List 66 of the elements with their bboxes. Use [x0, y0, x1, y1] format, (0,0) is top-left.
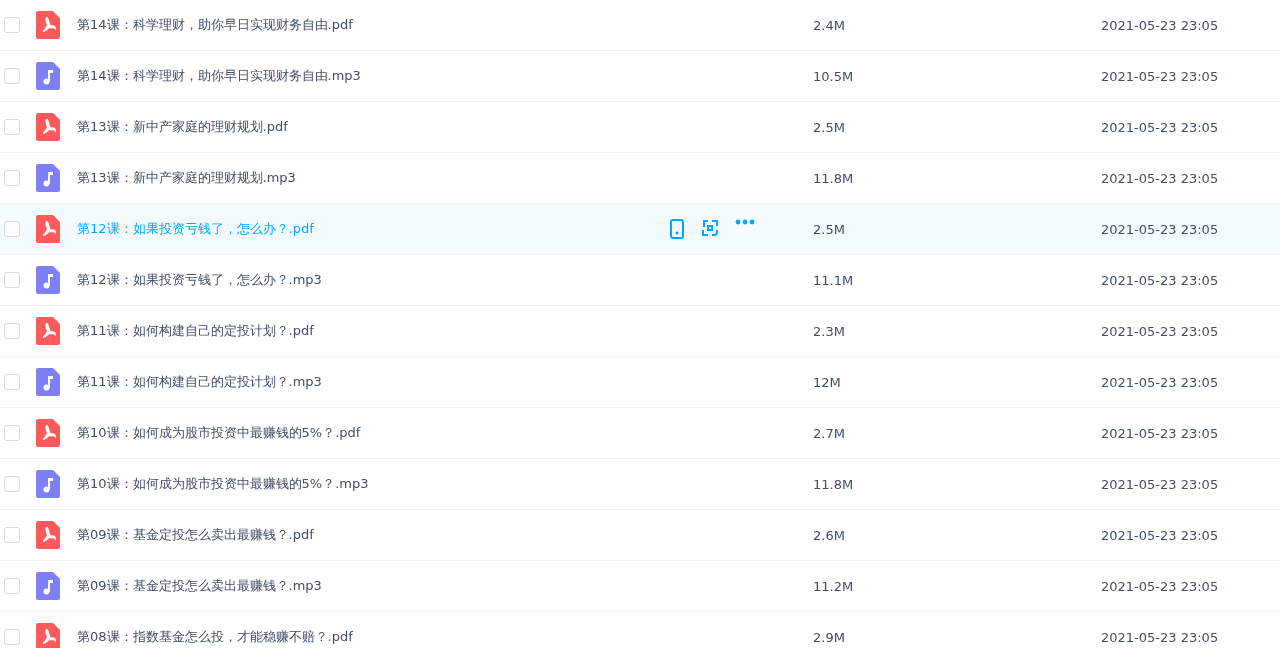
modified-date: 2021-05-23 23:05	[1101, 629, 1220, 645]
pdf-file-icon	[36, 113, 60, 141]
file-size: 2.4M	[813, 17, 846, 33]
modified-date: 2021-05-23 23:05	[1101, 221, 1220, 237]
file-row[interactable]: 第12课：如果投资亏钱了，怎么办？.pdf 2.5M 2021-05-23 23:05	[0, 204, 1280, 255]
file-size: 11.1M	[813, 272, 855, 288]
file-size: 2.3M	[813, 323, 846, 339]
file-size: 2.5M	[813, 119, 846, 135]
pdf-file-icon	[36, 317, 60, 345]
music-file-icon	[36, 62, 60, 90]
file-name[interactable]: 第14课：科学理财，助你早日实现财务自由.mp3	[77, 67, 361, 85]
file-name[interactable]: 第13课：新中产家庭的理财规划.mp3	[77, 169, 296, 187]
pdf-file-icon	[36, 215, 60, 243]
file-name[interactable]: 第10课：如何成为股市投资中最赚钱的5%？.pdf	[77, 424, 361, 442]
file-name[interactable]: 第12课：如果投资亏钱了，怎么办？.mp3	[77, 271, 322, 289]
modified-date: 2021-05-23 23:05	[1101, 17, 1220, 33]
file-name[interactable]: 第14课：科学理财，助你早日实现财务自由.pdf	[77, 16, 353, 34]
modified-date: 2021-05-23 23:05	[1101, 527, 1220, 543]
file-size: 11.8M	[813, 476, 855, 492]
file-name[interactable]: 第09课：基金定投怎么卖出最赚钱？.mp3	[77, 577, 322, 595]
file-name[interactable]: 第11课：如何构建自己的定投计划？.pdf	[77, 322, 314, 340]
modified-date: 2021-05-23 23:05	[1101, 425, 1220, 441]
pdf-file-icon	[36, 419, 60, 447]
modified-date: 2021-05-23 23:05	[1101, 323, 1220, 339]
file-size: 11.2M	[813, 578, 855, 594]
checkbox[interactable]	[4, 425, 20, 441]
phone-icon[interactable]	[669, 219, 685, 239]
checkbox[interactable]	[4, 119, 20, 135]
music-file-icon	[36, 470, 60, 498]
checkbox[interactable]	[4, 476, 20, 492]
file-name[interactable]: 第13课：新中产家庭的理财规划.pdf	[77, 118, 288, 136]
checkbox[interactable]	[4, 272, 20, 288]
file-size: 12M	[813, 374, 842, 390]
modified-date: 2021-05-23 23:05	[1101, 476, 1220, 492]
music-file-icon	[36, 572, 60, 600]
modified-date: 2021-05-23 23:05	[1101, 272, 1220, 288]
modified-date: 2021-05-23 23:05	[1101, 68, 1220, 84]
file-size: 2.9M	[813, 629, 846, 645]
music-file-icon	[36, 164, 60, 192]
music-file-icon	[36, 266, 60, 294]
checkbox[interactable]	[4, 629, 20, 645]
file-size: 11.8M	[813, 170, 855, 186]
checkbox[interactable]	[4, 527, 20, 543]
modified-date: 2021-05-23 23:05	[1101, 119, 1220, 135]
checkbox[interactable]	[4, 374, 20, 390]
checkbox[interactable]	[4, 17, 20, 33]
file-name[interactable]: 第08课：指数基金怎么投，才能稳赚不赔？.pdf	[77, 628, 353, 646]
file-size: 2.6M	[813, 527, 846, 543]
file-name[interactable]: 第11课：如何构建自己的定投计划？.mp3	[77, 373, 322, 391]
checkbox[interactable]	[4, 578, 20, 594]
checkbox[interactable]	[4, 68, 20, 84]
checkbox[interactable]	[4, 170, 20, 186]
pdf-file-icon	[36, 521, 60, 549]
file-size: 2.7M	[813, 425, 846, 441]
file-size: 10.5M	[813, 68, 855, 84]
file-size: 2.5M	[813, 221, 846, 237]
file-name[interactable]: 第09课：基金定投怎么卖出最赚钱？.pdf	[77, 526, 314, 544]
pdf-file-icon	[36, 623, 60, 648]
checkbox[interactable]	[4, 323, 20, 339]
modified-date: 2021-05-23 23:05	[1101, 170, 1220, 186]
pdf-file-icon	[36, 11, 60, 39]
checkbox[interactable]	[4, 221, 20, 237]
modified-date: 2021-05-23 23:05	[1101, 578, 1220, 594]
music-file-icon	[36, 368, 60, 396]
modified-date: 2021-05-23 23:05	[1101, 374, 1220, 390]
file-name[interactable]: 第10课：如何成为股市投资中最赚钱的5%？.mp3	[77, 475, 369, 493]
